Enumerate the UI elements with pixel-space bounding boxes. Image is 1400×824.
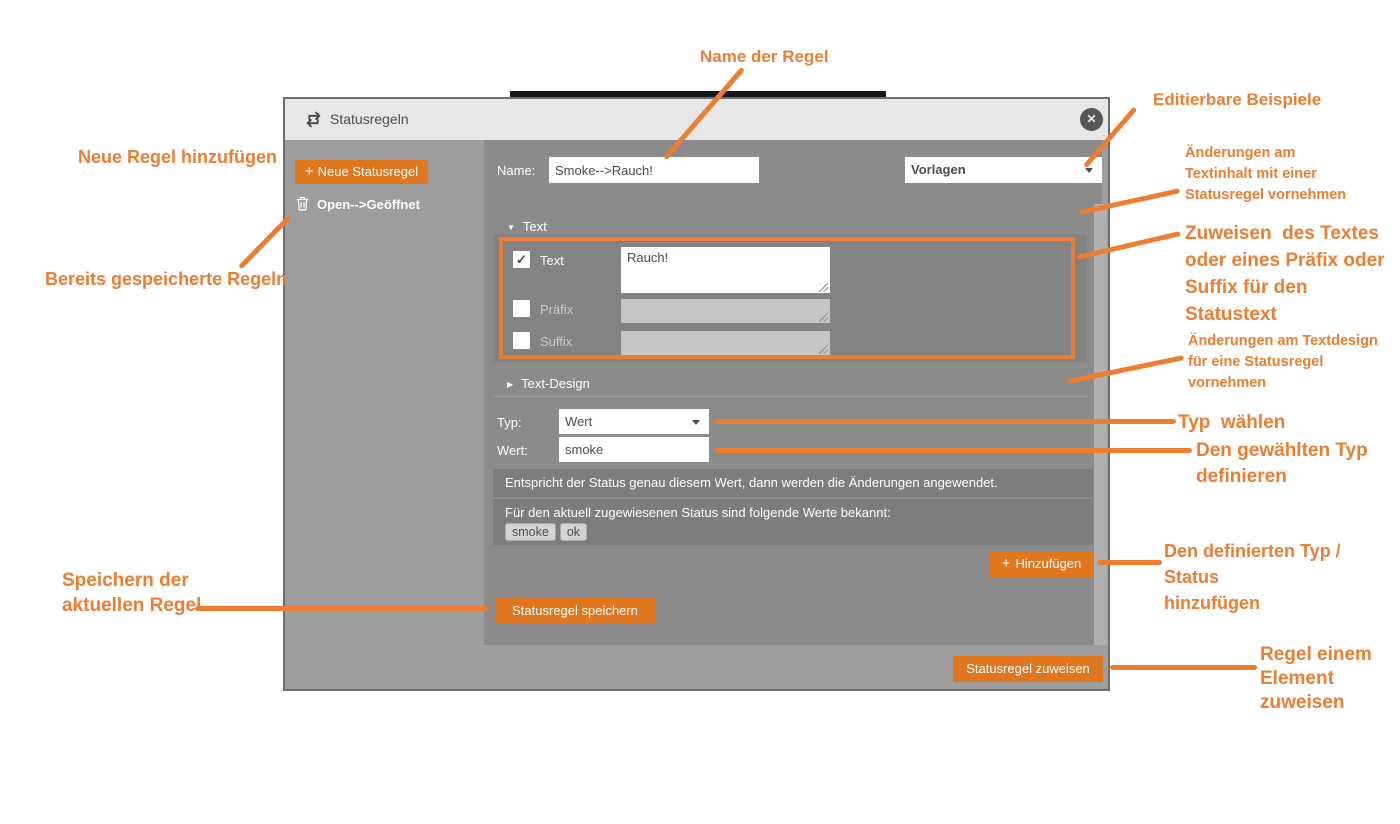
dialog-title: Statusregeln <box>330 111 409 127</box>
annotation-highlight-rect <box>499 237 1075 359</box>
chevron-down-icon <box>1085 168 1093 173</box>
statusregeln-dialog: Statusregeln ✕ + Neue Statusregel Open-->… <box>283 97 1110 691</box>
saved-rule-label: Open-->Geöffnet <box>317 197 420 212</box>
wert-input[interactable] <box>559 437 709 462</box>
repeat-icon <box>303 109 324 135</box>
plus-icon: + <box>305 163 314 180</box>
close-icon: ✕ <box>1086 112 1096 126</box>
info-match-text: Entspricht der Status genau diesem Wert,… <box>505 475 998 490</box>
annotation-name-der-regel: Name der Regel <box>700 46 829 67</box>
vertical-scrollbar[interactable] <box>1094 204 1107 645</box>
annotation-zuweisen-text: Zuweisen des Textes oder eines Präfix od… <box>1185 220 1400 328</box>
name-label: Name: <box>497 163 535 178</box>
annotation-typ-hinzufuegen: Den definierten Typ / Status hinzufügen <box>1164 538 1400 616</box>
typ-dropdown[interactable]: Wert <box>559 409 709 434</box>
annotation-regel-zuweisen: Regel einem Element zuweisen <box>1260 643 1372 715</box>
section-header-text-design[interactable]: ▶ Text-Design <box>507 376 590 391</box>
typ-label: Typ: <box>497 415 522 430</box>
assign-rule-button[interactable]: Statusregel zuweisen <box>953 656 1103 682</box>
expand-triangle-icon: ▶ <box>507 380 513 389</box>
new-statusrule-label: Neue Statusregel <box>318 164 418 179</box>
annotation-bereits-gespeichert: Bereits gespeicherte Regeln <box>45 268 287 291</box>
rule-edit-panel: Name: Vorlagen ▼Text ✓ Text Rauch! Präfi… <box>484 140 1102 645</box>
annotation-typ-definieren: Den gewählten Typ definieren <box>1196 438 1368 490</box>
known-value-badge[interactable]: ok <box>560 523 587 541</box>
annotation-textdesign: Änderungen am Textdesign für eine Status… <box>1188 331 1378 394</box>
close-button[interactable]: ✕ <box>1080 108 1103 131</box>
annotation-neue-regel: Neue Regel hinzufügen <box>78 146 277 169</box>
add-button-label: Hinzufügen <box>1015 556 1081 571</box>
annotation-editierbare-beispiele: Editierbare Beispiele <box>1153 89 1321 110</box>
info-match-box: Entspricht der Status genau diesem Wert,… <box>493 469 1093 497</box>
typ-dropdown-value: Wert <box>565 414 592 429</box>
annotation-textinhalt: Änderungen am Textinhalt mit einer Statu… <box>1185 143 1346 206</box>
save-rule-button[interactable]: Statusregel speichern <box>495 597 655 624</box>
trash-icon <box>296 196 309 211</box>
divider <box>493 396 1087 397</box>
templates-dropdown[interactable]: Vorlagen <box>905 157 1102 183</box>
known-value-badge[interactable]: smoke <box>505 523 556 541</box>
new-statusrule-button[interactable]: + Neue Statusregel <box>295 160 428 184</box>
saved-rule-item[interactable]: Open-->Geöffnet <box>296 196 476 214</box>
plus-icon: + <box>1002 555 1011 572</box>
info-known-text: Für den aktuell zugewiesenen Status sind… <box>505 505 1093 520</box>
annotation-speichern-regel: Speichern der aktuellen Regel <box>62 568 201 618</box>
annotation-line-wert <box>715 448 1192 453</box>
save-rule-label: Statusregel speichern <box>512 603 638 618</box>
collapse-triangle-icon: ▼ <box>507 223 515 232</box>
annotation-line-hinzufuegen <box>1097 560 1162 565</box>
annotation-line-typ <box>715 419 1176 424</box>
assign-rule-label: Statusregel zuweisen <box>966 661 1090 676</box>
section-text-label: Text <box>523 219 547 234</box>
add-button[interactable]: + Hinzufügen <box>990 551 1093 577</box>
section-header-text[interactable]: ▼ Text <box>507 219 547 234</box>
section-design-label: Text-Design <box>521 376 590 391</box>
templates-dropdown-value: Vorlagen <box>911 162 966 177</box>
info-known-box: Für den aktuell zugewiesenen Status sind… <box>493 499 1093 545</box>
chevron-down-icon <box>692 420 700 425</box>
wert-label: Wert: <box>497 443 528 458</box>
annotation-line-speichern <box>195 606 488 611</box>
annotation-typ-waehlen: Typ wählen <box>1178 411 1285 435</box>
rule-name-input[interactable] <box>549 157 759 183</box>
annotation-line-regel-zuweisen <box>1110 665 1257 670</box>
